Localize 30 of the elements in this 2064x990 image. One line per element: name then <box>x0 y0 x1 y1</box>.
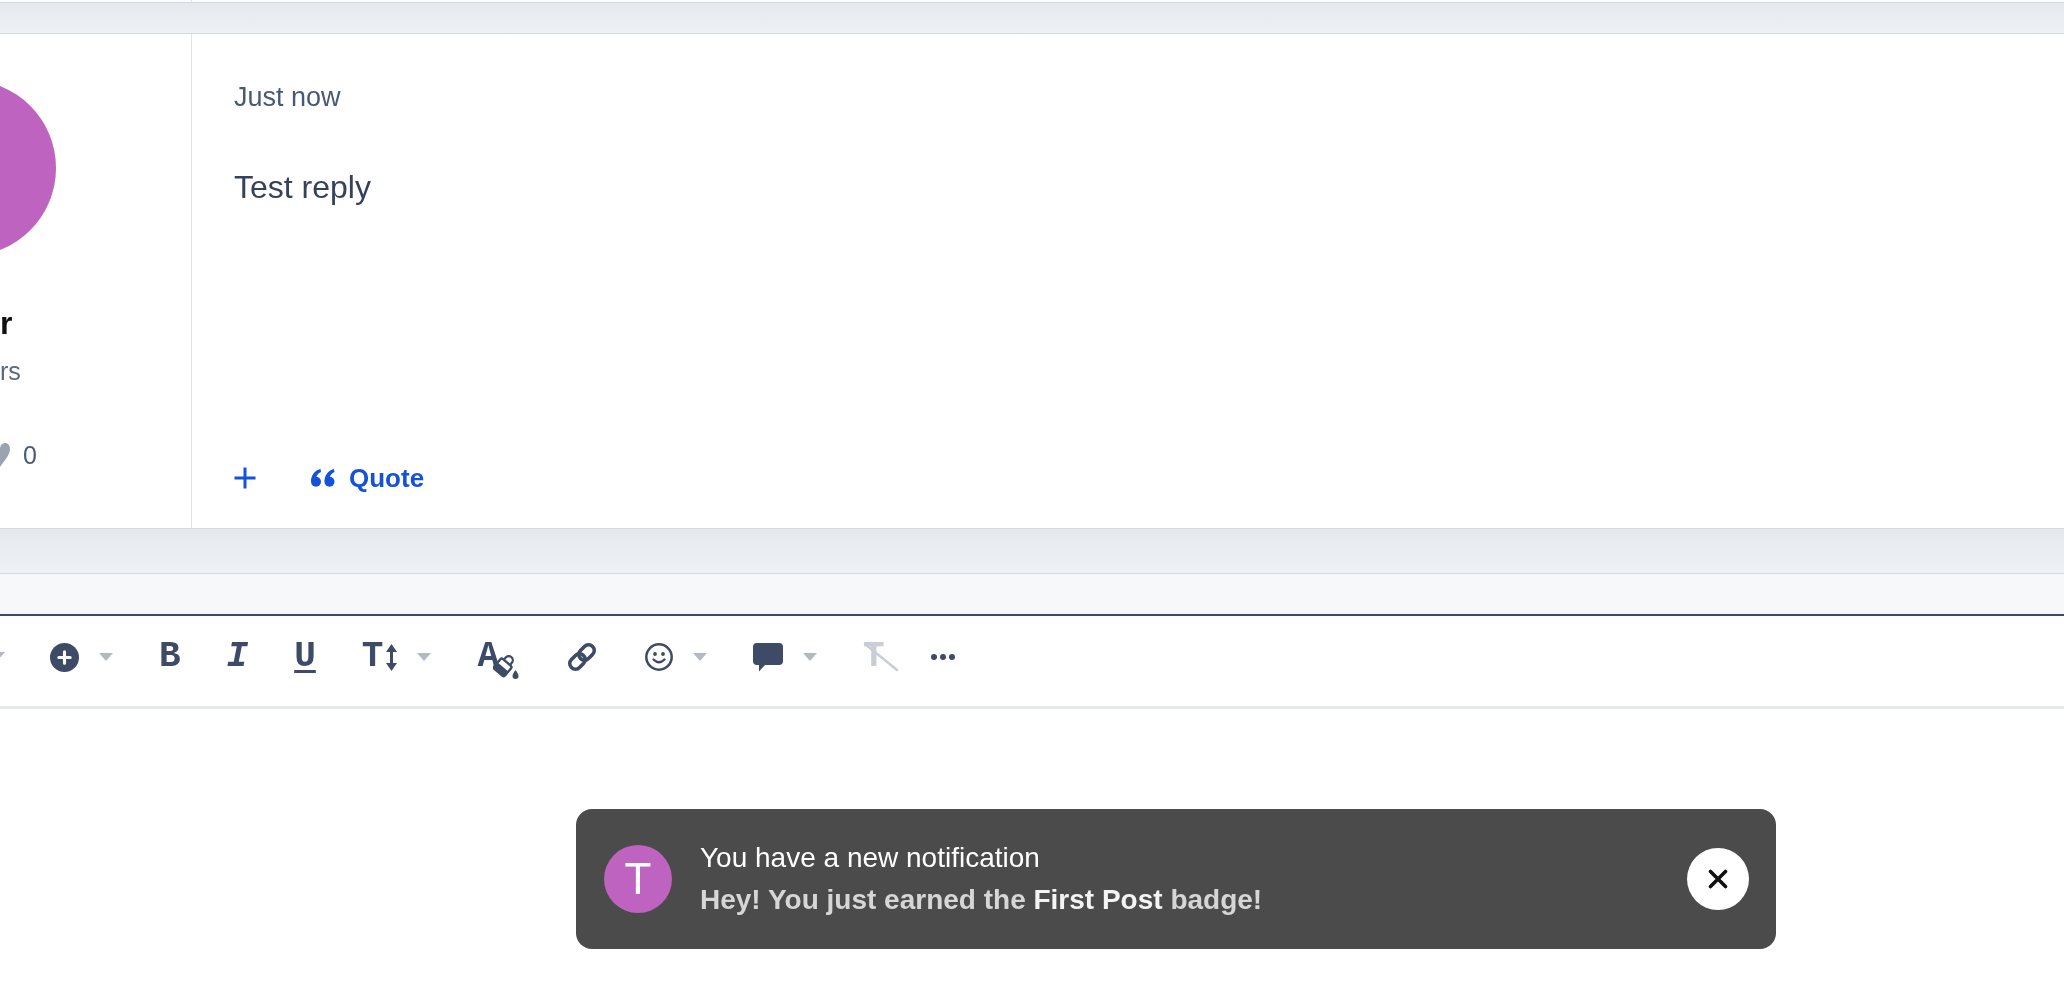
notification-title: You have a new notification <box>700 841 1041 875</box>
post-time: Just now <box>234 81 341 113</box>
smiley-icon <box>645 643 674 671</box>
caret-icon <box>0 652 5 658</box>
notification-message: Hey! You just earned the First Post badge! <box>700 883 1263 917</box>
user-title: rs <box>0 356 21 386</box>
plus-icon <box>234 467 256 489</box>
quote-icon <box>311 469 335 487</box>
user-name: r <box>0 304 13 342</box>
up-down-arrow-icon <box>386 643 398 671</box>
caret-icon <box>693 653 708 661</box>
slash-icon <box>863 642 900 672</box>
italic-button[interactable]: I <box>215 635 260 679</box>
bold-button[interactable]: B <box>148 635 192 679</box>
text-color-button[interactable]: A <box>466 635 531 679</box>
plus-circle-icon <box>50 642 79 672</box>
speech-bubble-icon <box>753 642 784 672</box>
heart-icon <box>0 443 10 467</box>
avatar: T <box>604 845 672 913</box>
underline-button[interactable]: U <box>283 635 327 679</box>
caret-icon <box>99 653 113 661</box>
post-body: Test reply <box>234 168 371 206</box>
caret-icon <box>803 653 818 661</box>
ellipsis-icon <box>930 654 955 660</box>
quote-button[interactable]: Quote <box>311 462 425 494</box>
add-button[interactable] <box>234 467 256 489</box>
close-icon <box>1708 869 1728 889</box>
font-size-button[interactable]: T <box>350 635 443 679</box>
caret-icon <box>417 653 432 661</box>
likes-count: 0 <box>23 440 37 470</box>
